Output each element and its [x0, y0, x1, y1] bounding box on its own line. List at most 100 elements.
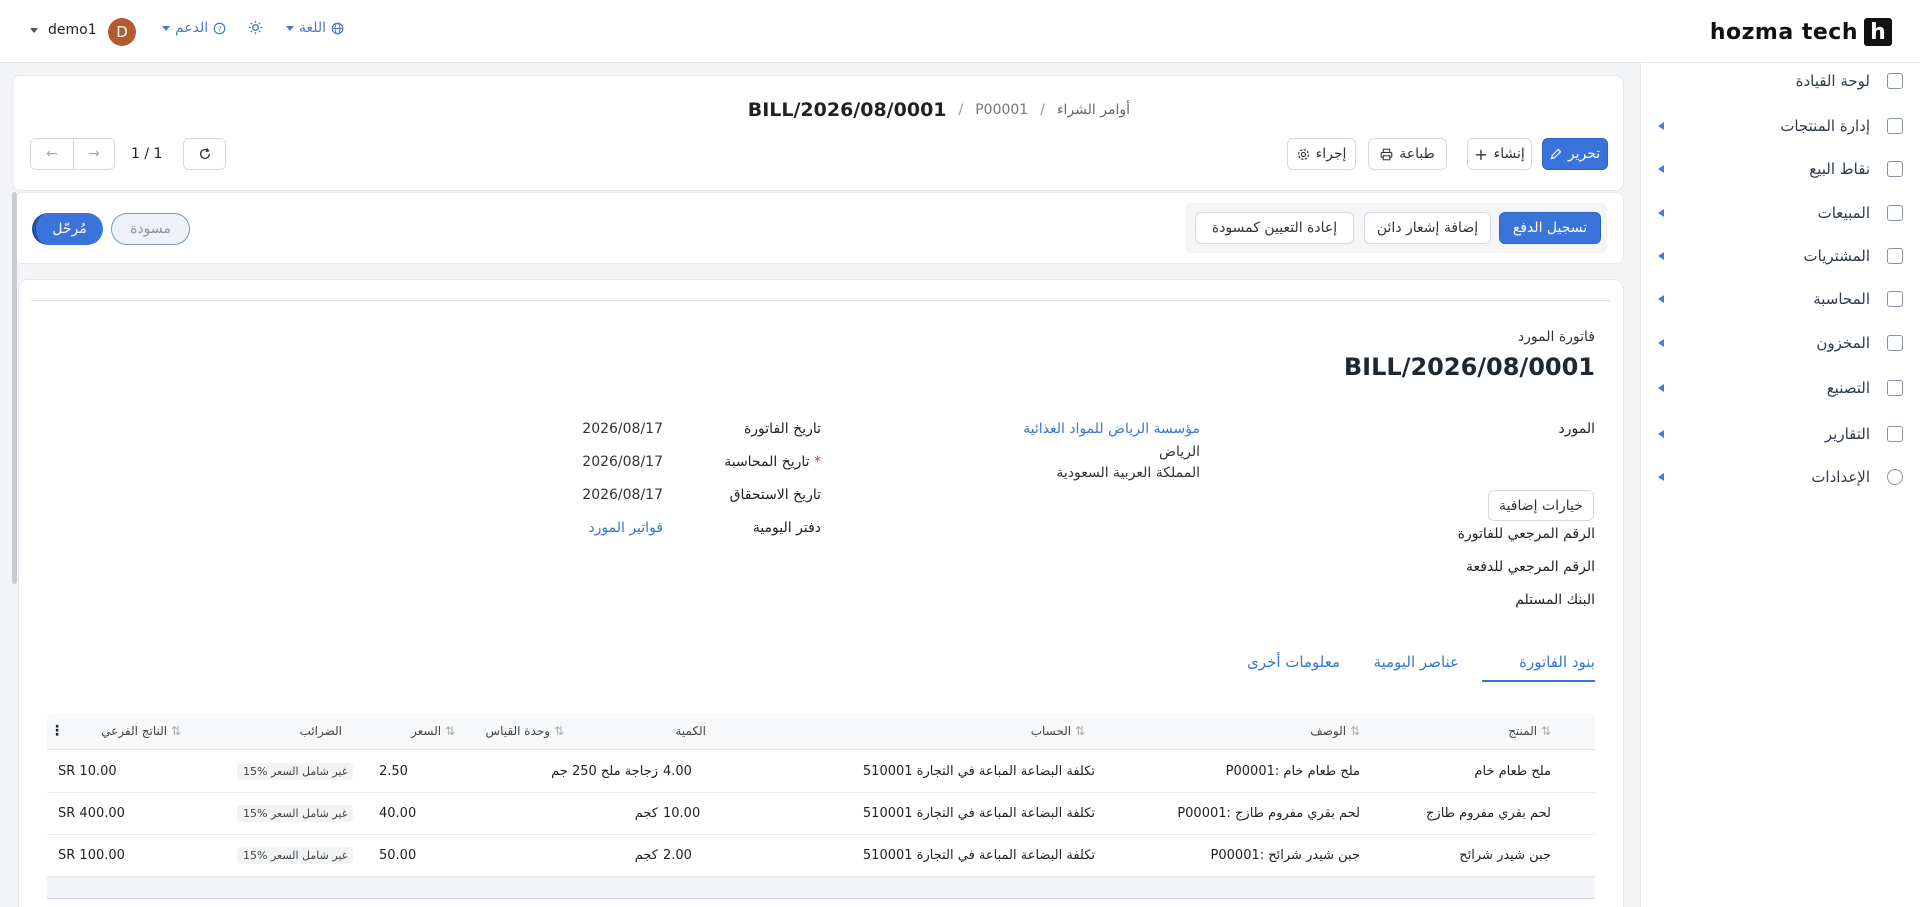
cell-subtotal: SR 100.00	[58, 848, 125, 863]
column-taxes[interactable]: الضرائب	[300, 724, 402, 738]
cell-product[interactable]: لحم بقري مفروم طازج	[1426, 806, 1551, 821]
tax-badge[interactable]: 15% غير شامل السعر	[237, 763, 354, 780]
sidebar-item-label: نقاط البيع	[1809, 160, 1870, 178]
language-menu[interactable]: اللغة	[286, 20, 344, 36]
cell-price[interactable]: 2.50	[379, 764, 408, 779]
sidebar-item-manufacturing[interactable]: التصنيع	[1640, 370, 1920, 406]
column-options-icon[interactable]: ⋮	[50, 723, 64, 739]
control-panel	[12, 75, 1624, 191]
table-row[interactable]: لحم بقري مفروم طازج P00001: لحم بقري مفر…	[47, 793, 1595, 835]
accounting-date-field[interactable]: 2026/08/17	[582, 454, 663, 470]
cell-quantity[interactable]: 10.00	[663, 806, 700, 821]
tab-bill-lines[interactable]: بنود الفاتورة	[1519, 653, 1595, 671]
cell-uom[interactable]: كجم	[635, 848, 658, 863]
sidebar-item-inventory[interactable]: المخزون	[1640, 325, 1920, 361]
column-subtotal[interactable]: الناتج الفرعي ⇅	[101, 724, 181, 738]
register-payment-button[interactable]: تسجيل الدفع	[1499, 212, 1601, 244]
sidebar-item-sales[interactable]: المبيعات	[1640, 195, 1920, 231]
print-button[interactable]: طباعة	[1368, 138, 1447, 170]
cell-price[interactable]: 40.00	[379, 806, 416, 821]
journal-link[interactable]: فواتير المورد	[588, 520, 663, 536]
next-record-button[interactable]: →	[73, 138, 115, 170]
cell-quantity[interactable]: 2.00	[663, 848, 692, 863]
pager-value: 1 / 1	[131, 146, 163, 162]
support-menu[interactable]: الدعم ?	[162, 20, 226, 36]
tab-other-info[interactable]: معلومات أخرى	[1247, 653, 1340, 671]
column-price[interactable]: السعر ⇅	[411, 724, 455, 738]
top-bar: hozma tech h اللغة الدعم ? D demo1	[0, 0, 1920, 63]
chevron-left-icon	[1658, 252, 1664, 260]
cell-price[interactable]: 50.00	[379, 848, 416, 863]
sidebar-item-accounting[interactable]: المحاسبة	[1640, 281, 1920, 317]
tab-journal-items[interactable]: عناصر اليومية	[1374, 653, 1459, 671]
add-credit-note-label: إضافة إشعار دائن	[1376, 220, 1479, 236]
cell-uom[interactable]: كجم	[635, 806, 658, 821]
vendor-country: المملكة العربية السعودية	[1056, 465, 1200, 481]
cell-product[interactable]: ملح طعام خام	[1474, 764, 1551, 779]
reset-to-draft-button[interactable]: إعادة التعيين كمسودة	[1195, 212, 1354, 244]
more-options-button[interactable]: خيارات إضافية	[1488, 490, 1594, 521]
sidebar-item-label: لوحة القيادة	[1795, 72, 1870, 90]
recipient-bank-label: البنك المستلم	[1515, 592, 1595, 608]
refresh-button[interactable]	[183, 138, 226, 170]
chevron-left-icon	[1658, 295, 1664, 303]
status-draft[interactable]: مسودة	[111, 213, 190, 245]
table-row[interactable]: جبن شيدر شرائح P00001: جبن شيدر شرائح 51…	[47, 835, 1595, 877]
table-row[interactable]: ملح طعام خام P00001: ملح طعام خام 510001…	[47, 751, 1595, 793]
cell-description[interactable]: P00001: لحم بقري مفروم طازج	[1177, 806, 1360, 821]
report-icon	[1887, 426, 1903, 442]
cell-account[interactable]: 510001 تكلفة البضاعة المباعة في التجارة	[863, 848, 1095, 863]
tax-badge[interactable]: 15% غير شامل السعر	[237, 805, 354, 822]
table-header: المنتج ⇅ الوصف ⇅ الحساب ⇅ الكمية وحدة ال…	[47, 714, 1595, 750]
required-marker: *	[814, 454, 821, 470]
column-product[interactable]: المنتج ⇅	[1508, 724, 1551, 738]
cell-quantity[interactable]: 4.00	[663, 764, 692, 779]
column-quantity[interactable]: الكمية	[675, 724, 706, 738]
breadcrumb-root[interactable]: أوامر الشراء	[1057, 102, 1130, 118]
column-description[interactable]: الوصف ⇅	[1310, 724, 1360, 738]
create-button[interactable]: + إنشاء	[1467, 138, 1532, 170]
sidebar-item-dashboard[interactable]: لوحة القيادة	[1640, 63, 1920, 99]
chevron-down-icon	[286, 25, 294, 31]
bill-date-field[interactable]: 2026/08/17	[582, 421, 663, 437]
column-subtotal-label: الناتج الفرعي	[101, 724, 168, 738]
sidebar-item-purchases[interactable]: المشتريات	[1640, 238, 1920, 274]
reset-to-draft-label: إعادة التعيين كمسودة	[1211, 220, 1338, 236]
sidebar-item-pos[interactable]: نقاط البيع	[1640, 151, 1920, 187]
user-menu[interactable]: demo1	[30, 22, 97, 38]
cell-uom[interactable]: زجاجة ملح 250 جم	[551, 764, 658, 779]
app-logo[interactable]: hozma tech h	[1710, 17, 1892, 47]
action-button[interactable]: إجراء	[1287, 138, 1356, 170]
page-scrollbar[interactable]	[12, 192, 17, 584]
active-tab-indicator	[1482, 680, 1595, 682]
column-uom[interactable]: وحدة القياس ⇅	[486, 724, 659, 738]
dashboard-icon	[1887, 73, 1903, 89]
previous-record-button[interactable]: ←	[30, 138, 74, 170]
breadcrumb-parent[interactable]: P00001	[975, 102, 1028, 118]
tax-badge[interactable]: 15% غير شامل السعر	[237, 847, 354, 864]
cell-account[interactable]: 510001 تكلفة البضاعة المباعة في التجارة	[863, 806, 1095, 821]
add-credit-note-button[interactable]: إضافة إشعار دائن	[1364, 212, 1491, 244]
cell-description[interactable]: P00001: ملح طعام خام	[1226, 764, 1360, 779]
column-account[interactable]: الحساب ⇅	[1031, 724, 1095, 738]
cell-description[interactable]: P00001: جبن شيدر شرائح	[1211, 848, 1360, 863]
due-date-field[interactable]: 2026/08/17	[582, 487, 663, 503]
box-icon	[1887, 335, 1903, 351]
vendor-name-link[interactable]: مؤسسة الرياض للمواد الغذائية	[1023, 421, 1200, 437]
cell-product[interactable]: جبن شيدر شرائح	[1459, 848, 1551, 863]
avatar[interactable]: D	[108, 18, 136, 46]
theme-toggle[interactable]	[248, 20, 263, 35]
bill-reference-label: الرقم المرجعي للفاتورة	[1457, 526, 1595, 542]
edit-button[interactable]: تحرير	[1542, 138, 1608, 170]
breadcrumb-separator: /	[1040, 102, 1045, 118]
sidebar-item-products[interactable]: إدارة المنتجات	[1640, 108, 1920, 144]
sidebar-item-label: المشتريات	[1803, 247, 1870, 265]
document-type: فاتورة المورد	[1517, 329, 1595, 345]
print-label: طباعة	[1399, 146, 1435, 162]
sidebar-item-label: التقارير	[1824, 425, 1870, 443]
cell-account[interactable]: 510001 تكلفة البضاعة المباعة في التجارة	[863, 764, 1095, 779]
sidebar-item-settings[interactable]: الإعدادات	[1640, 459, 1920, 495]
status-posted[interactable]: مُرحّل	[32, 213, 103, 245]
sidebar-item-reports[interactable]: التقارير	[1640, 416, 1920, 452]
sidebar-item-label: المبيعات	[1817, 204, 1870, 222]
